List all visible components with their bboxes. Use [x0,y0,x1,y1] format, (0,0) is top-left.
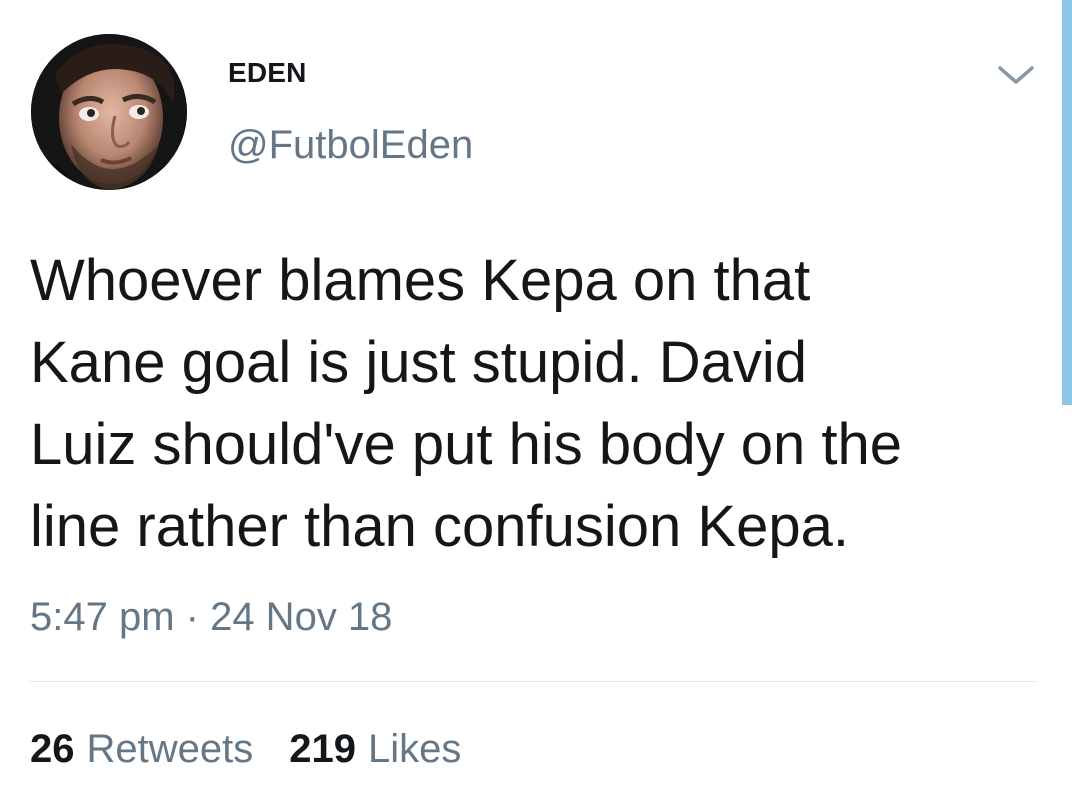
scrollbar[interactable] [1062,0,1072,405]
likes-stat[interactable]: 219 Likes [289,726,461,772]
likes-label: Likes [368,727,462,771]
retweets-label: Retweets [86,727,254,771]
retweets-count: 26 [30,727,75,771]
retweets-stat[interactable]: 26 Retweets [30,726,253,772]
profile-photo-icon [31,34,187,190]
tweet-stats: 26 Retweets 219 Likes [30,726,461,772]
tweet-detail-view: EDEN @FutbolEden Whoever blames Kepa on … [0,0,1072,798]
tweet-text: Whoever blames Kepa on that Kane goal is… [30,248,903,559]
divider [30,681,1036,682]
likes-count: 219 [289,727,356,771]
tweet-timestamp[interactable]: 5:47 pm · 24 Nov 18 [30,594,392,640]
display-name[interactable]: EDEN [228,56,307,90]
avatar[interactable] [31,34,187,190]
user-handle[interactable]: @FutbolEden [228,122,473,168]
chevron-down-icon[interactable] [996,60,1036,90]
